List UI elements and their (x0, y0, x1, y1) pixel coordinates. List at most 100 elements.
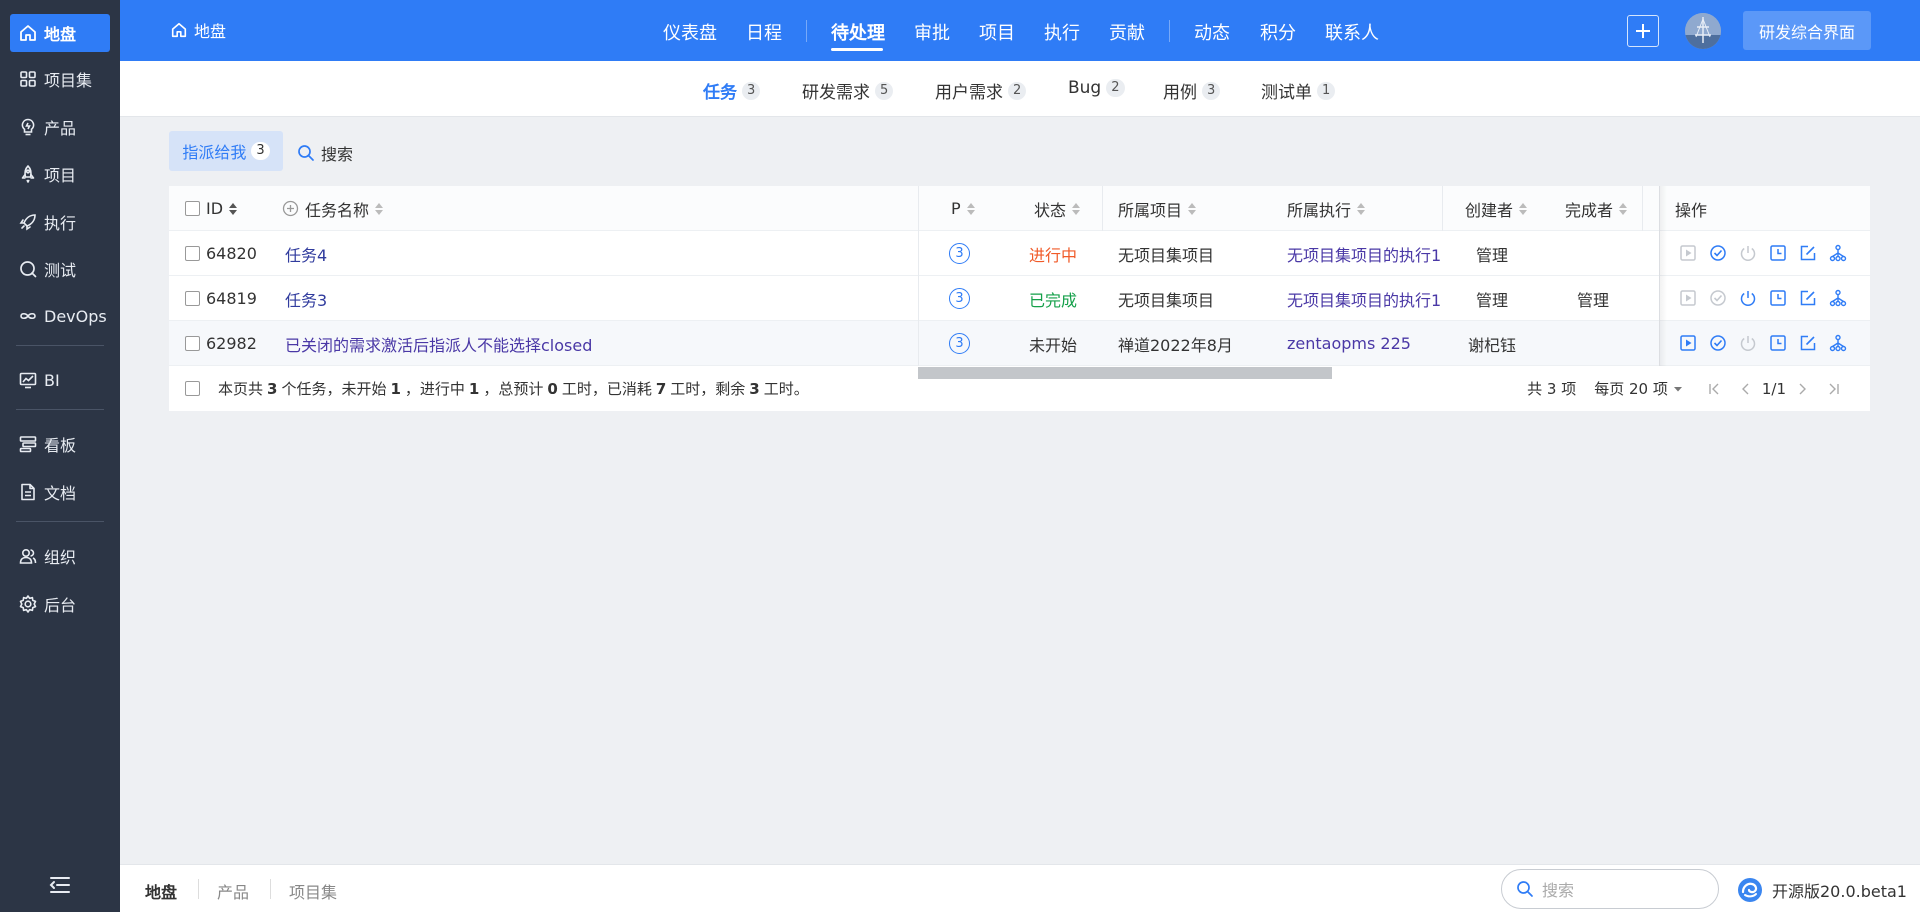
menu-collapse-icon[interactable] (48, 874, 72, 896)
effort-clock-icon[interactable] (1769, 244, 1787, 262)
sidebar-item-kanban[interactable]: 看板 (10, 425, 110, 463)
col-finisher-header[interactable]: 完成者 (1565, 186, 1628, 231)
last-page-icon[interactable] (1826, 381, 1842, 397)
table-row[interactable]: 62982 已关闭的需求激活后指派人不能选择closed 3 未开始 禅道202… (169, 321, 1870, 366)
column-divider (918, 186, 919, 366)
tab-label: 测试单 (1261, 83, 1312, 103)
tab-user-story[interactable]: 用户需求 2 (935, 78, 1027, 103)
execution-link[interactable]: zentaopms 225 (1287, 321, 1445, 366)
sidebar-item-execution[interactable]: 执行 (10, 203, 110, 241)
col-status-header[interactable]: 状态 (1034, 186, 1081, 231)
create-button[interactable] (1627, 15, 1659, 47)
menu-item-execution[interactable]: 执行 (1044, 19, 1080, 45)
tab-rd-story[interactable]: 研发需求 5 (802, 78, 894, 103)
menu-item-review[interactable]: 审批 (914, 19, 950, 45)
sidebar-item-bi[interactable]: BI (10, 361, 110, 399)
col-execution-header[interactable]: 所属执行 (1287, 186, 1366, 231)
menu-item-calendar[interactable]: 日程 (746, 19, 782, 45)
sidebar-item-test[interactable]: 测试 (10, 250, 110, 288)
edit-icon[interactable] (1799, 244, 1817, 262)
column-label: 操作 (1675, 200, 1708, 220)
menu-item-contacts[interactable]: 联系人 (1325, 19, 1379, 45)
sidebar-item-project[interactable]: 项目 (10, 155, 110, 193)
table-header-row: ID 任务名称 P 状态 所属项目 所属执行 创建者 完成者 操作 (169, 186, 1870, 231)
breadcrumb-label: 地盘 (194, 22, 227, 41)
search-toggle[interactable]: 搜索 (297, 141, 353, 165)
global-search-input[interactable]: 搜索 (1501, 869, 1719, 909)
row-checkbox[interactable] (185, 246, 200, 261)
sidebar-item-dashboard[interactable]: 地盘 (10, 14, 110, 52)
table-row[interactable]: 64820 任务4 3 进行中 无项目集项目 无项目集项目的执行1 管理 (169, 231, 1870, 276)
prev-page-icon[interactable] (1738, 381, 1754, 397)
header-breadcrumb[interactable]: 地盘 (170, 18, 226, 42)
summary-text: 工时，剩余 (670, 380, 746, 398)
finish-icon[interactable] (1709, 244, 1727, 262)
priority-badge: 3 (949, 333, 970, 354)
finish-icon[interactable] (1709, 289, 1727, 307)
menu-item-todo[interactable]: 待处理 (831, 19, 885, 45)
tab-task[interactable]: 任务 3 (703, 78, 761, 103)
column-label: 任务名称 (305, 200, 370, 220)
col-project-header[interactable]: 所属项目 (1118, 186, 1197, 231)
edit-icon[interactable] (1799, 289, 1817, 307)
close-icon[interactable] (1739, 334, 1757, 352)
col-name-header[interactable]: 任务名称 (282, 186, 384, 231)
tab-testcase[interactable]: 用例 3 (1163, 78, 1221, 103)
batch-create-icon[interactable] (1829, 289, 1847, 307)
close-icon[interactable] (1739, 289, 1757, 307)
sidebar-item-product[interactable]: 产品 (10, 108, 110, 146)
select-all-checkbox[interactable] (185, 201, 200, 216)
menu-item-contribute[interactable]: 贡献 (1109, 19, 1145, 45)
task-id: 64819 (206, 289, 257, 308)
pagination: 共 3 项 每页 20 项 1/1 (1527, 366, 1850, 411)
expand-all-icon (282, 200, 299, 217)
sidebar-item-program[interactable]: 项目集 (10, 60, 110, 98)
user-avatar[interactable] (1685, 13, 1721, 49)
start-icon[interactable] (1679, 334, 1697, 352)
assigned-to-me-filter[interactable]: 指派给我 3 (169, 131, 283, 171)
col-creator-header[interactable]: 创建者 (1465, 186, 1528, 231)
tab-testtask[interactable]: 测试单 1 (1261, 78, 1336, 103)
menu-item-dashboard[interactable]: 仪表盘 (663, 19, 717, 45)
next-page-icon[interactable] (1794, 381, 1810, 397)
first-page-icon[interactable] (1706, 381, 1722, 397)
sidebar-item-org[interactable]: 组织 (10, 537, 110, 575)
execution-link[interactable]: 无项目集项目的执行1 (1287, 231, 1445, 276)
row-checkbox[interactable] (185, 336, 200, 351)
col-pri-header[interactable]: P (951, 186, 976, 231)
start-icon[interactable] (1679, 244, 1697, 262)
sidebar-item-devops[interactable]: DevOps (10, 297, 110, 335)
menu-item-project[interactable]: 项目 (979, 19, 1015, 45)
sort-icon (1188, 202, 1197, 215)
task-name-link[interactable]: 任务4 (285, 231, 327, 276)
footer-checkbox[interactable] (185, 381, 200, 396)
start-icon[interactable] (1679, 289, 1697, 307)
menu-item-score[interactable]: 积分 (1260, 19, 1296, 45)
table-row[interactable]: 64819 任务3 3 已完成 无项目集项目 无项目集项目的执行1 管理 管理 (169, 276, 1870, 321)
finish-icon[interactable] (1709, 334, 1727, 352)
sidebar-item-label: 执行 (44, 214, 77, 233)
row-checkbox[interactable] (185, 291, 200, 306)
per-page-select[interactable]: 每页 20 项 (1594, 378, 1684, 399)
effort-clock-icon[interactable] (1769, 334, 1787, 352)
bottom-crumb-product[interactable]: 产品 (217, 879, 249, 903)
menu-item-dynamic[interactable]: 动态 (1194, 19, 1230, 45)
gear-icon (19, 595, 37, 613)
task-name-link[interactable]: 已关闭的需求激活后指派人不能选择closed (285, 321, 592, 366)
bottom-crumb-dashboard[interactable]: 地盘 (145, 879, 177, 903)
effort-clock-icon[interactable] (1769, 289, 1787, 307)
batch-create-icon[interactable] (1829, 244, 1847, 262)
finisher-cell: 管理 (1577, 290, 1610, 310)
version-info[interactable]: 开源版20.0.beta1 (1736, 876, 1907, 904)
switch-interface-button[interactable]: 研发综合界面 (1743, 11, 1871, 50)
edit-icon[interactable] (1799, 334, 1817, 352)
bottom-crumb-program[interactable]: 项目集 (289, 879, 337, 903)
sidebar-item-admin[interactable]: 后台 (10, 585, 110, 623)
sidebar-item-doc[interactable]: 文档 (10, 473, 110, 511)
execution-link[interactable]: 无项目集项目的执行1 (1287, 276, 1445, 321)
col-id-header[interactable]: ID (185, 186, 238, 231)
tab-bug[interactable]: Bug 2 (1068, 78, 1125, 98)
batch-create-icon[interactable] (1829, 334, 1847, 352)
task-name-link[interactable]: 任务3 (285, 276, 327, 321)
close-icon[interactable] (1739, 244, 1757, 262)
